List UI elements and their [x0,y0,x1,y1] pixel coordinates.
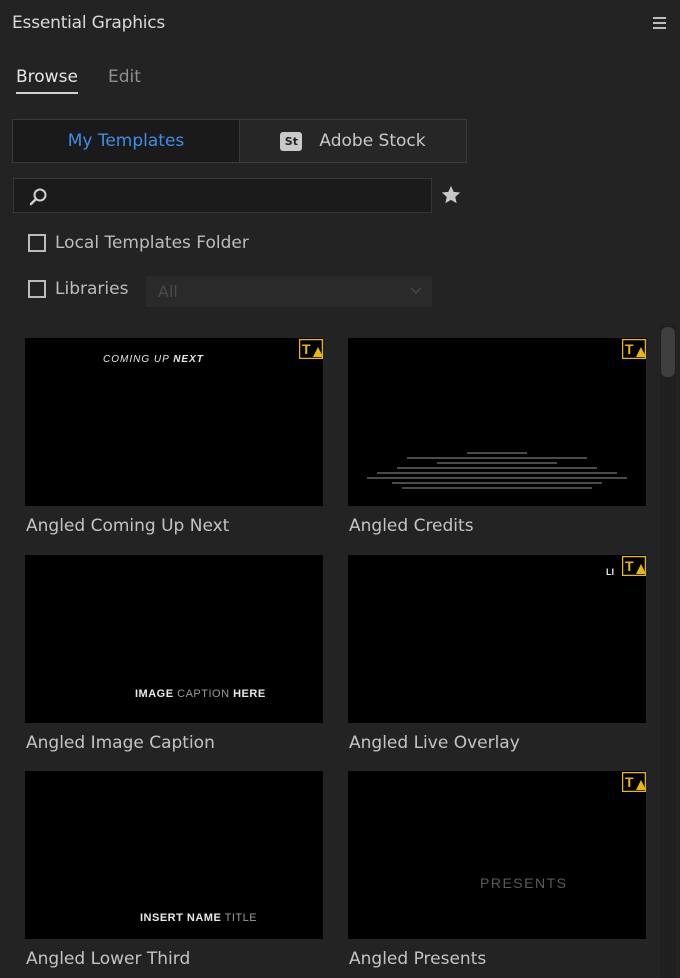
thumbnail-text: INSERT NAME TITLE [140,912,258,924]
tab-edit[interactable]: Edit [108,67,141,87]
star-icon[interactable] [440,184,462,206]
adobe-stock-icon: St [280,131,303,151]
libraries-dropdown-value: All [158,282,178,301]
template-name: Angled Image Caption [26,733,215,753]
adobe-stock-button[interactable]: St Adobe Stock [240,120,466,162]
template-name: Angled Presents [349,949,487,969]
libraries-option: Libraries [28,279,128,299]
missing-font-warning-icon: T [622,339,646,359]
search-input[interactable] [58,181,422,212]
active-tab-indicator [16,92,78,94]
essential-graphics-panel: Essential Graphics Browse Edit My Templa… [0,0,680,978]
template-source-switch: My Templates St Adobe Stock [12,119,467,163]
thumbnail-text: PRESENTS [480,875,568,891]
template-name: Angled Coming Up Next [26,516,230,536]
template-name: Angled Credits [349,516,474,536]
template-name: Angled Live Overlay [349,733,520,753]
template-thumbnail: T [348,338,646,506]
svg-text:T: T [625,558,634,574]
missing-font-warning-icon: T [622,772,646,792]
thumbnail-text: COMING UP NEXT [103,354,204,365]
search-icon [29,188,47,206]
my-templates-button[interactable]: My Templates [13,120,240,162]
template-thumbnail: COMING UP NEXT T [25,338,323,506]
libraries-dropdown[interactable]: All [146,276,432,307]
hamburger-menu-icon[interactable] [653,17,666,30]
template-thumbnail: PRESENTS T [348,771,646,939]
my-templates-label: My Templates [67,131,185,151]
missing-font-warning-icon: T [299,339,323,359]
panel-title-bar: Essential Graphics [0,0,680,48]
search-field[interactable] [13,178,432,213]
panel-title: Essential Graphics [12,13,166,33]
missing-font-warning-icon: T [622,556,646,576]
chevron-down-icon [410,287,422,295]
template-thumbnail: LI T [348,555,646,723]
svg-text:T: T [302,341,311,357]
svg-text:T: T [625,774,634,790]
svg-text:T: T [625,341,634,357]
credits-preview-lines [348,449,646,492]
thumbnail-text: LI [606,567,614,577]
template-name: Angled Lower Third [26,949,191,969]
adobe-stock-label: Adobe Stock [319,131,426,151]
template-thumbnail: IMAGE CAPTION HERE [25,555,323,723]
scrollbar-track[interactable] [660,326,676,978]
local-templates-folder-checkbox[interactable] [28,234,46,252]
tab-browse[interactable]: Browse [16,67,78,87]
libraries-label: Libraries [55,279,129,299]
template-thumbnail: INSERT NAME TITLE [25,771,323,939]
local-templates-folder-label: Local Templates Folder [55,233,249,253]
thumbnail-text: IMAGE CAPTION HERE [135,688,266,700]
scrollbar-thumb[interactable] [661,327,675,377]
libraries-checkbox[interactable] [28,280,46,298]
local-templates-folder-option: Local Templates Folder [28,233,249,253]
